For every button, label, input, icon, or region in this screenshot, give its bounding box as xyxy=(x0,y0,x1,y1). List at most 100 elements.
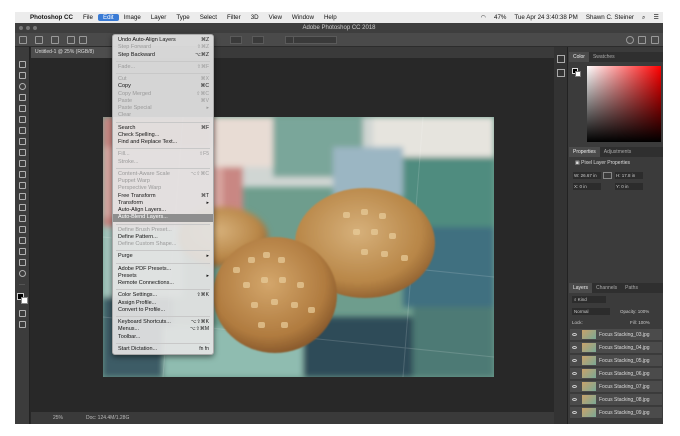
menu-item-free-transform[interactable]: Free Transform ⌘T xyxy=(113,193,213,200)
user-name[interactable]: Shawn C. Steiner xyxy=(582,14,638,21)
crop-tool-icon[interactable] xyxy=(19,105,26,112)
lasso-tool-icon[interactable] xyxy=(19,83,26,90)
menu-item-purge[interactable]: Purge ▸ xyxy=(113,253,213,260)
menu-item-define-pattern[interactable]: Define Pattern... xyxy=(113,234,213,241)
opacity-control[interactable]: Opacity: 100% xyxy=(620,308,649,315)
visibility-eye-icon[interactable] xyxy=(572,411,577,414)
tab-properties[interactable]: Properties xyxy=(569,147,600,157)
menu-item-cut[interactable]: Cut ⌘X xyxy=(113,76,213,83)
background-color-chip[interactable] xyxy=(575,71,581,77)
menu-item-step-backward[interactable]: Step Backward ⌥⌘Z xyxy=(113,52,213,59)
select-and-mask-button[interactable] xyxy=(293,36,337,44)
menu-edit[interactable]: Edit xyxy=(97,14,119,21)
eyedropper-tool-icon[interactable] xyxy=(19,116,26,123)
menu-image[interactable]: Image xyxy=(119,14,146,21)
tool-option-icon[interactable] xyxy=(51,36,59,44)
rectangle-tool-icon[interactable] xyxy=(19,248,26,255)
layer-row[interactable]: Focus Stacking_09.jpg xyxy=(570,407,662,419)
quick-select-tool-icon[interactable] xyxy=(19,94,26,101)
menu-item-toolbar[interactable]: Toolbar... xyxy=(113,334,213,341)
tab-color[interactable]: Color xyxy=(569,52,589,62)
option-field[interactable] xyxy=(230,36,242,44)
pen-tool-icon[interactable] xyxy=(19,215,26,222)
screen-mode-icon[interactable] xyxy=(19,321,26,328)
menu-item-color-settings[interactable]: Color Settings... ⇧⌘K xyxy=(113,292,213,299)
menu-item-step-forward[interactable]: Step Forward ⇧⌘Z xyxy=(113,44,213,51)
gradient-tool-icon[interactable] xyxy=(19,182,26,189)
tab-layers[interactable]: Layers xyxy=(569,283,593,293)
visibility-eye-icon[interactable] xyxy=(572,333,577,336)
fill-control[interactable]: Fill: 100% xyxy=(630,319,650,326)
move-tool-icon[interactable] xyxy=(19,61,26,68)
menu-item-paste[interactable]: Paste ⌘V xyxy=(113,98,213,105)
menu-item-start-dictation[interactable]: Start Dictation... fn fn xyxy=(113,346,213,353)
clock[interactable]: Tue Apr 24 3:40:38 PM xyxy=(510,14,581,21)
tab-paths[interactable]: Paths xyxy=(621,283,642,293)
visibility-eye-icon[interactable] xyxy=(572,346,577,349)
menu-item-stroke[interactable]: Stroke... xyxy=(113,159,213,166)
blur-tool-icon[interactable] xyxy=(19,193,26,200)
menu-item-define-custom-shape[interactable]: Define Custom Shape... xyxy=(113,241,213,248)
menu-item-fill[interactable]: Fill... ⇧F5 xyxy=(113,151,213,158)
visibility-eye-icon[interactable] xyxy=(572,359,577,362)
layer-row[interactable]: Focus Stacking_06.jpg xyxy=(570,368,662,380)
y-field[interactable]: Y: 0 in xyxy=(615,183,643,190)
menu-item-define-brush-preset[interactable]: Define Brush Preset... xyxy=(113,227,213,234)
move-tool-preset-icon[interactable] xyxy=(19,36,27,44)
menu-help[interactable]: Help xyxy=(319,14,342,21)
menu-window[interactable]: Window xyxy=(287,14,319,21)
dodge-tool-icon[interactable] xyxy=(19,204,26,211)
hand-tool-icon[interactable] xyxy=(19,259,26,266)
menu-item-puppet-warp[interactable]: Puppet Warp xyxy=(113,178,213,185)
tab-channels[interactable]: Channels xyxy=(592,283,621,293)
search-icon[interactable] xyxy=(626,36,634,44)
canvas-area[interactable] xyxy=(31,58,554,410)
menu-item-paste-special[interactable]: Paste Special ▸ xyxy=(113,105,213,112)
menu-item-search[interactable]: Search ⌘F xyxy=(113,125,213,132)
background-color-swatch[interactable] xyxy=(21,297,28,304)
layer-filter-kind[interactable]: ⌕ Kind xyxy=(572,296,606,303)
width-field[interactable]: W: 26.67 in xyxy=(573,172,601,179)
visibility-eye-icon[interactable] xyxy=(572,385,577,388)
menu-item-auto-align-layers[interactable]: Auto-Align Layers... xyxy=(113,207,213,214)
fill-value[interactable]: 100% xyxy=(638,320,650,325)
tool-option-icon[interactable] xyxy=(79,36,87,44)
layer-row[interactable]: Focus Stacking_04.jpg xyxy=(570,342,662,354)
brush-tool-icon[interactable] xyxy=(19,138,26,145)
menu-item-keyboard-shortcuts[interactable]: Keyboard Shortcuts... ⌥⇧⌘K xyxy=(113,319,213,326)
menu-item-clear[interactable]: Clear xyxy=(113,112,213,119)
menu-app-name[interactable]: Photoshop CC xyxy=(25,14,78,21)
document-tab[interactable]: Untitled-1 @ 25% (RGB/8) xyxy=(31,47,121,58)
menu-3d[interactable]: 3D xyxy=(246,14,264,21)
menu-item-copy-merged[interactable]: Copy Merged ⇧⌘C xyxy=(113,91,213,98)
menu-item-adobe-pdf-presets[interactable]: Adobe PDF Presets... xyxy=(113,266,213,273)
document-info[interactable]: Doc: 124.4M/1.28G xyxy=(86,412,129,424)
opacity-value[interactable]: 100% xyxy=(638,309,650,314)
tool-option-icon[interactable] xyxy=(35,36,43,44)
link-dimensions-icon[interactable] xyxy=(603,172,612,179)
color-picker-field[interactable] xyxy=(587,66,661,142)
menu-filter[interactable]: Filter xyxy=(222,14,246,21)
menu-layer[interactable]: Layer xyxy=(146,14,171,21)
menu-select[interactable]: Select xyxy=(195,14,222,21)
height-field[interactable]: H: 17.8 in xyxy=(615,172,643,179)
menu-item-assign-profile[interactable]: Assign Profile... xyxy=(113,300,213,307)
menu-item-menus[interactable]: Menus... ⌥⇧⌘M xyxy=(113,326,213,333)
menu-type[interactable]: Type xyxy=(171,14,194,21)
workspace-icon[interactable] xyxy=(638,36,646,44)
share-icon[interactable] xyxy=(651,36,659,44)
layer-row[interactable]: Focus Stacking_05.jpg xyxy=(570,355,662,367)
zoom-tool-icon[interactable] xyxy=(19,270,26,277)
wifi-icon[interactable]: ◠ xyxy=(477,14,490,21)
marquee-tool-icon[interactable] xyxy=(19,72,26,79)
menu-item-presets[interactable]: Presets ▸ xyxy=(113,273,213,280)
menu-item-undo-auto-align-layers[interactable]: Undo Auto-Align Layers ⌘Z xyxy=(113,37,213,44)
x-field[interactable]: X: 0 in xyxy=(573,183,601,190)
eraser-tool-icon[interactable] xyxy=(19,171,26,178)
menu-item-content-aware-scale[interactable]: Content-Aware Scale ⌥⇧⌘C xyxy=(113,171,213,178)
tab-swatches[interactable]: Swatches xyxy=(589,52,619,62)
close-window-icon[interactable] xyxy=(19,26,23,30)
menu-item-convert-to-profile[interactable]: Convert to Profile... xyxy=(113,307,213,314)
healing-brush-tool-icon[interactable] xyxy=(19,127,26,134)
menu-item-copy[interactable]: Copy ⌘C xyxy=(113,83,213,90)
